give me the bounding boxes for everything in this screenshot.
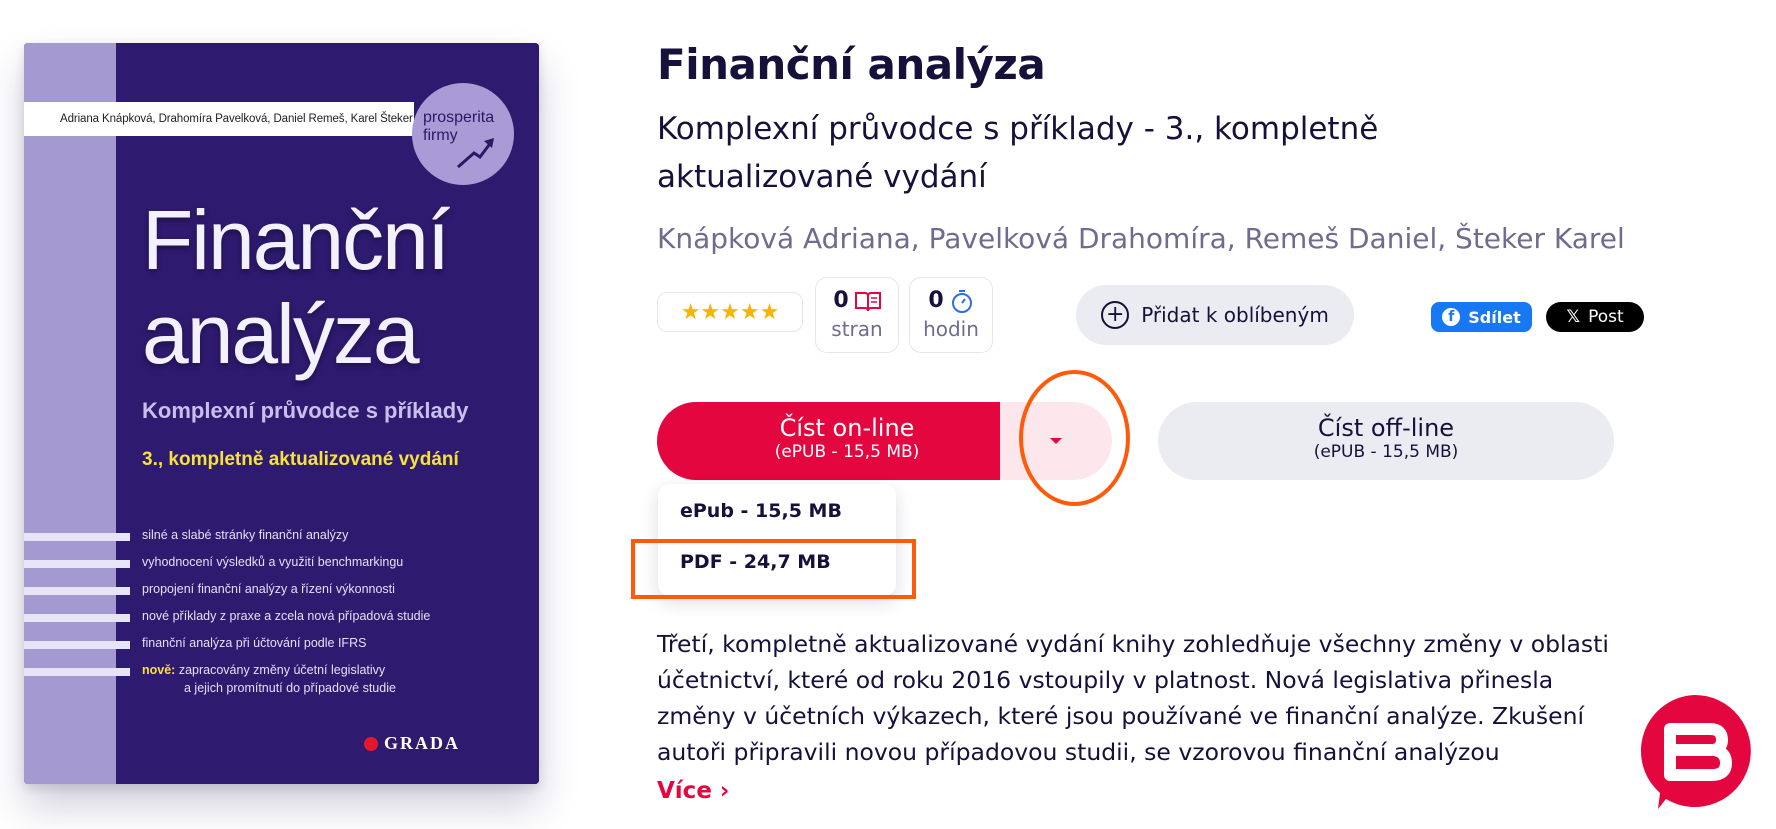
- stopwatch-icon: [951, 289, 972, 313]
- book-cover: Adriana Knápková, Drahomíra Pavelková, D…: [24, 43, 539, 784]
- book-authors[interactable]: Knápková Adriana, Pavelková Drahomíra, R…: [657, 222, 1625, 255]
- hours-stat: 0 hodin: [909, 277, 993, 353]
- cover-authors: Adriana Knápková, Drahomíra Pavelková, D…: [60, 113, 413, 125]
- cover-bullets: silné a slabé stránky finanční analýzy v…: [24, 528, 539, 705]
- pages-value: 0: [833, 288, 849, 313]
- dropdown-item-epub[interactable]: ePub - 15,5 MB: [680, 500, 842, 522]
- hours-label: hodin: [923, 317, 979, 341]
- publisher-logo: GRADA: [364, 733, 460, 754]
- growth-arrow-icon: [457, 138, 494, 169]
- facebook-icon: f: [1442, 308, 1461, 326]
- cover-edition: 3., kompletně aktualizované vydání: [142, 449, 459, 470]
- cover-bullet: silné a slabé stránky finanční analýzy: [24, 528, 539, 555]
- grada-dot-icon: [364, 736, 378, 751]
- add-favorite-label: Přidat k oblíbeným: [1141, 303, 1329, 327]
- plus-circle-icon: +: [1101, 301, 1130, 329]
- chat-widget-icon[interactable]: [1636, 693, 1753, 810]
- cover-bullet: vyhodnocení výsledků a využití benchmark…: [24, 555, 539, 582]
- facebook-share-button[interactable]: f Sdílet: [1431, 302, 1532, 332]
- book-subtitle: Komplexní průvodce s příklady - 3., komp…: [657, 111, 1379, 195]
- annotation-circle: [1019, 370, 1130, 506]
- cover-subtitle: Komplexní průvodce s příklady: [142, 398, 469, 423]
- read-offline-button[interactable]: Číst off-line (ePUB - 15,5 MB): [1158, 402, 1614, 480]
- hours-value: 0: [928, 288, 944, 313]
- cover-badge: prosperita firmy: [412, 83, 514, 185]
- open-book-icon: [854, 291, 881, 311]
- cover-author-bar: Adriana Knápková, Drahomíra Pavelková, D…: [24, 102, 414, 136]
- cover-bullet-new: nově: zapracovány změny účetní legislati…: [24, 663, 539, 705]
- read-online-button[interactable]: Číst on-line (ePUB - 15,5 MB): [657, 402, 1037, 480]
- x-post-button[interactable]: 𝕏 Post: [1546, 302, 1644, 332]
- pages-stat: 0 stran: [815, 277, 899, 353]
- cover-title: Finanční analýza: [142, 193, 450, 381]
- book-title: Finanční analýza: [657, 40, 1046, 89]
- rating-stars[interactable]: ★★★★★: [657, 292, 803, 332]
- cover-bullet: nové příklady z praxe a zcela nová přípa…: [24, 609, 539, 636]
- book-description: Třetí, kompletně aktualizované vydání kn…: [657, 630, 1609, 766]
- badge-line1: prosperita: [423, 109, 495, 126]
- pages-label: stran: [831, 317, 883, 341]
- cover-bullet: propojení finanční analýzy a řízení výko…: [24, 582, 539, 609]
- more-link[interactable]: Více ›: [657, 778, 729, 804]
- annotation-rectangle: [631, 539, 916, 599]
- add-favorite-button[interactable]: + Přidat k oblíbeným: [1076, 285, 1354, 345]
- cover-bullet: finanční analýza při účtování podle IFRS: [24, 636, 539, 663]
- x-logo-icon: 𝕏: [1566, 307, 1581, 327]
